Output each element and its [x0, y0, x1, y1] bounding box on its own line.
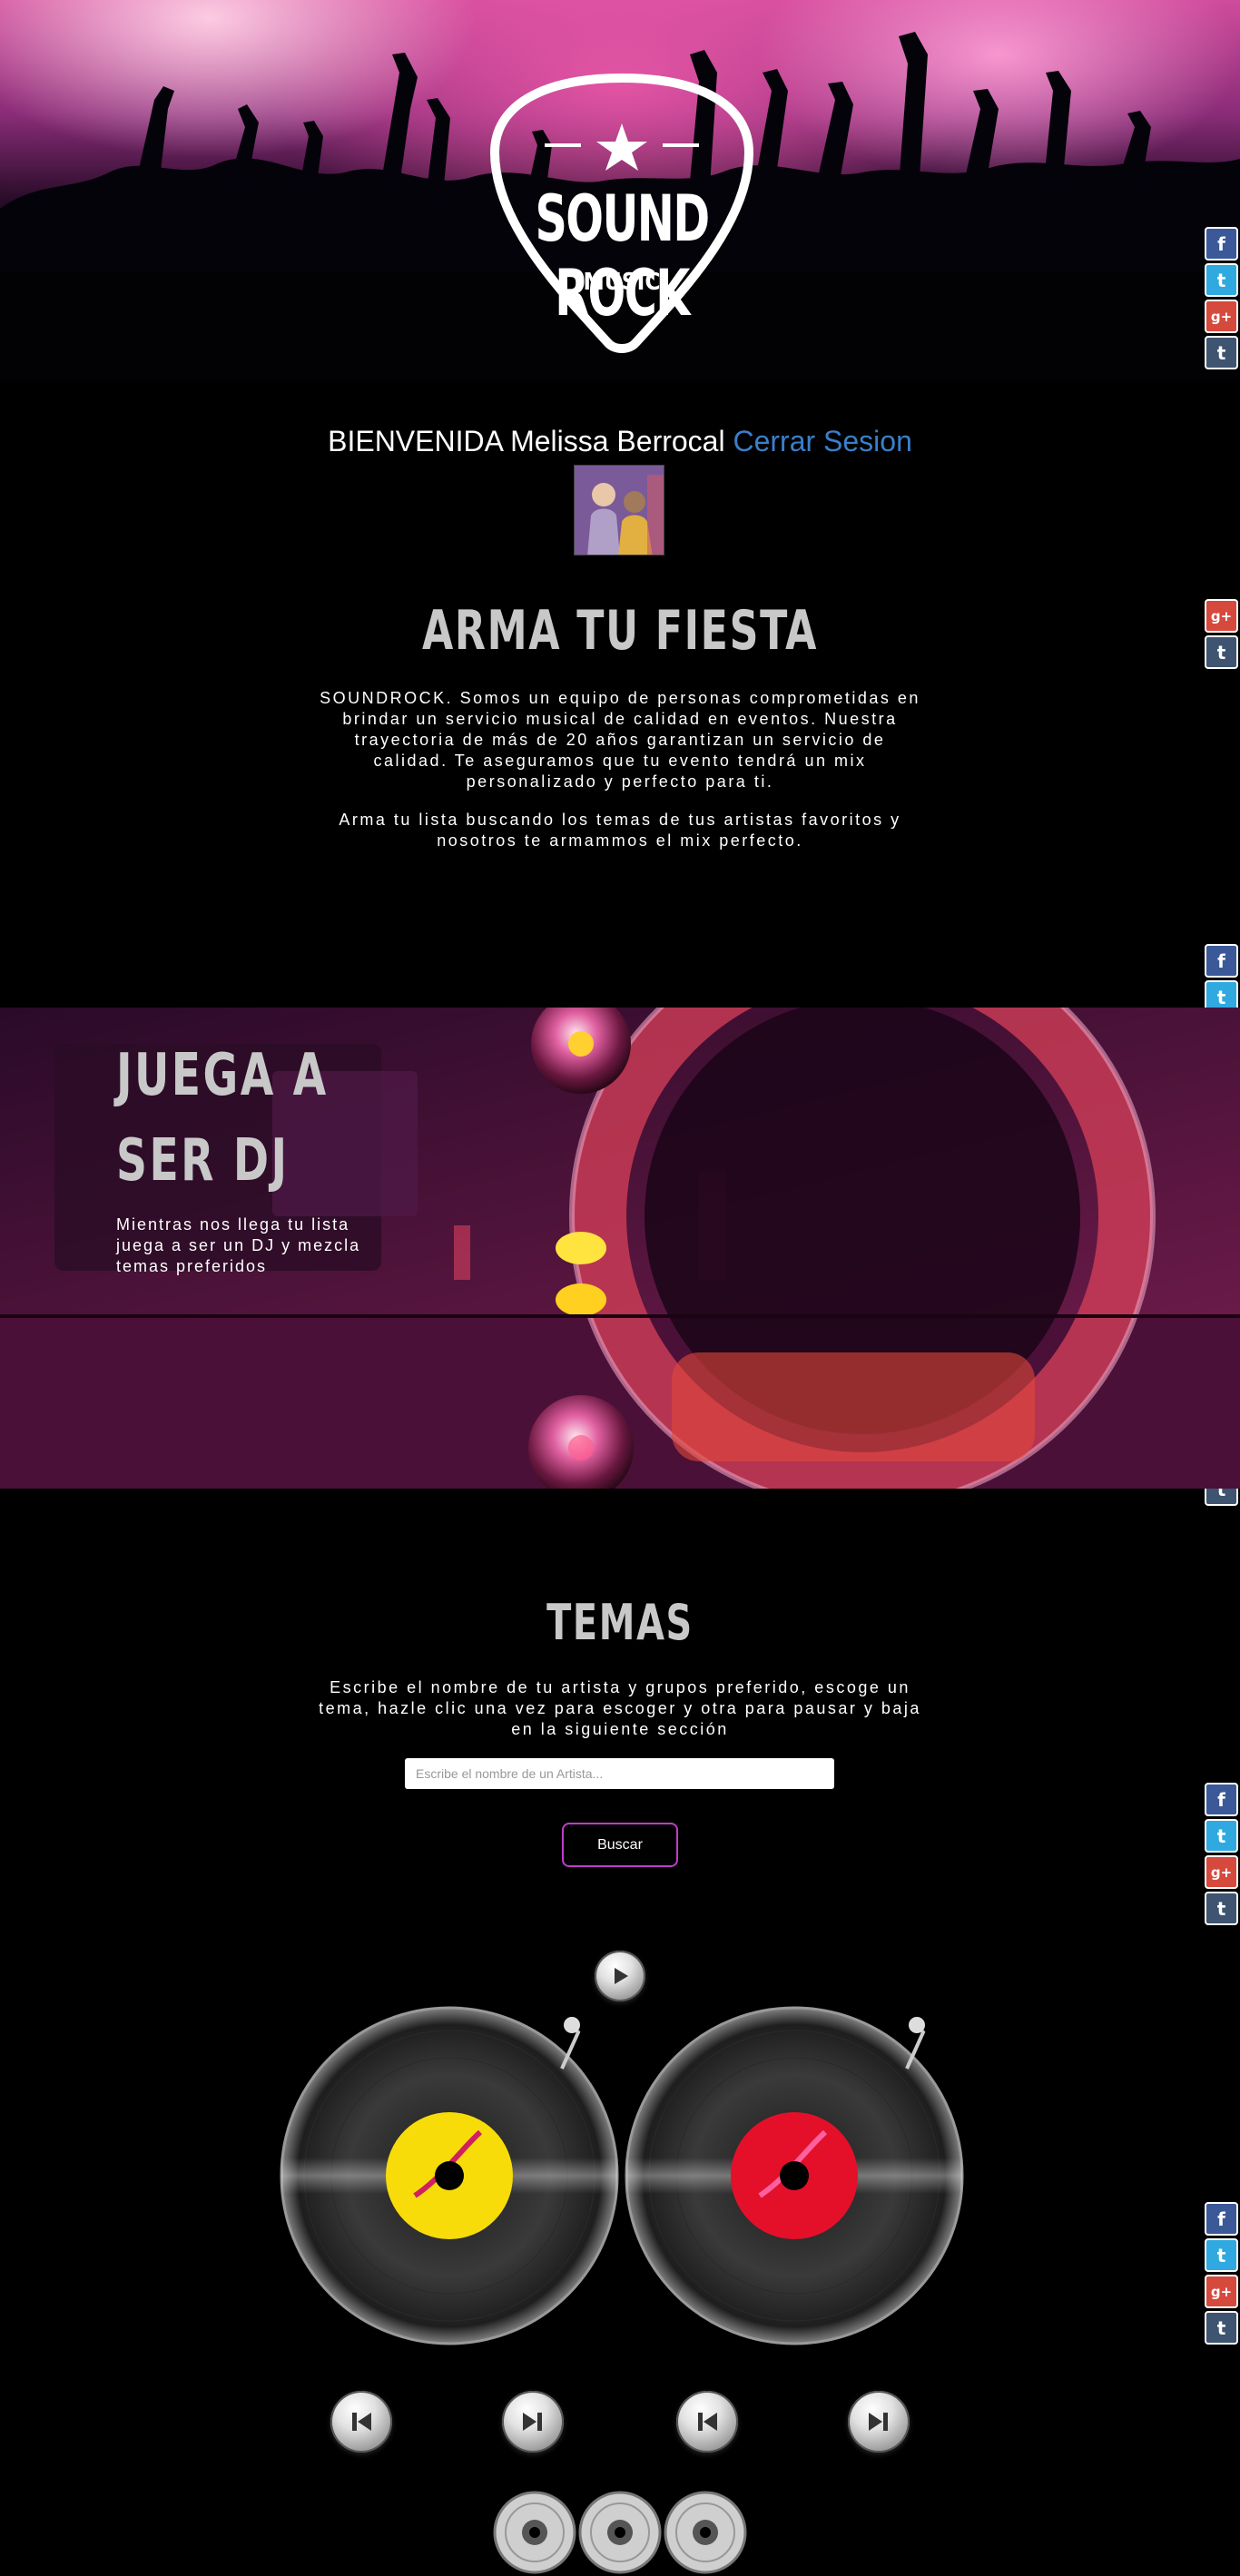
facebook-icon[interactable]: f [1205, 227, 1238, 261]
tumblr-icon[interactable]: t [1205, 1892, 1238, 1925]
left-next-button[interactable] [502, 2391, 564, 2453]
dj-title-line1: JUEGA A [116, 1042, 329, 1109]
cd-icon[interactable] [578, 2491, 662, 2574]
brand-sub: MUSIC [583, 269, 661, 296]
dj-title-line2: SER DJ [116, 1127, 290, 1195]
welcome-line: BIENVENIDA Melissa Berrocal Cerrar Sesio… [0, 425, 1240, 458]
tumblr-icon[interactable]: t [1205, 635, 1238, 669]
play-icon [615, 1968, 628, 1984]
cd-icon[interactable] [493, 2491, 576, 2574]
google-plus-icon[interactable]: g+ [1205, 1855, 1238, 1889]
google-plus-icon[interactable]: g+ [1205, 300, 1238, 333]
tumblr-icon[interactable]: t [1205, 336, 1238, 369]
brand-name: SOUND ROCK [535, 182, 710, 330]
cd-icon[interactable] [664, 2491, 747, 2574]
facebook-icon[interactable]: f [1205, 1783, 1238, 1816]
avatar [574, 465, 664, 556]
temas-title: TEMAS [546, 1594, 694, 1651]
previous-icon [698, 2413, 717, 2431]
social-bar: f t g+ t [1205, 1783, 1240, 1928]
facebook-icon[interactable]: f [1205, 2202, 1238, 2236]
social-bar: f t g+ t [1205, 227, 1240, 372]
search-button[interactable]: Buscar [562, 1823, 678, 1867]
play-button[interactable] [595, 1951, 645, 2001]
twitter-icon[interactable]: t [1205, 2238, 1238, 2272]
turntable-left[interactable] [279, 2005, 620, 2346]
google-plus-icon[interactable]: g+ [1205, 2275, 1238, 2308]
turntable-right[interactable] [624, 2005, 965, 2346]
left-previous-button[interactable] [330, 2391, 392, 2453]
twitter-icon[interactable]: t [1205, 1819, 1238, 1853]
social-bar: g+ t [1205, 599, 1240, 672]
dj-description: Mientras nos llega tu lista juega a ser … [116, 1215, 361, 1275]
party-description: SOUNDROCK. Somos un equipo de personas c… [320, 689, 920, 791]
social-bar: f t g+ t [1205, 2202, 1240, 2347]
avatar-photo [575, 466, 664, 555]
twitter-icon[interactable]: t [1205, 263, 1238, 297]
right-previous-button[interactable] [676, 2391, 738, 2453]
next-icon [869, 2413, 888, 2431]
facebook-icon[interactable]: f [1205, 944, 1238, 978]
tumblr-icon[interactable]: t [1205, 2311, 1238, 2345]
party-description-2: Arma tu lista buscando los temas de tus … [339, 811, 901, 850]
logout-link[interactable]: Cerrar Sesion [733, 425, 911, 457]
temas-description: Escribe el nombre de tu artista y grupos… [319, 1678, 921, 1738]
party-title: ARMA TU FIESTA [421, 599, 819, 663]
google-plus-icon[interactable]: g+ [1205, 599, 1238, 633]
next-icon [523, 2413, 542, 2431]
right-next-button[interactable] [848, 2391, 910, 2453]
welcome-greeting: BIENVENIDA Melissa Berrocal [328, 425, 725, 457]
previous-icon [352, 2413, 371, 2431]
artist-search-input[interactable] [405, 1758, 834, 1789]
